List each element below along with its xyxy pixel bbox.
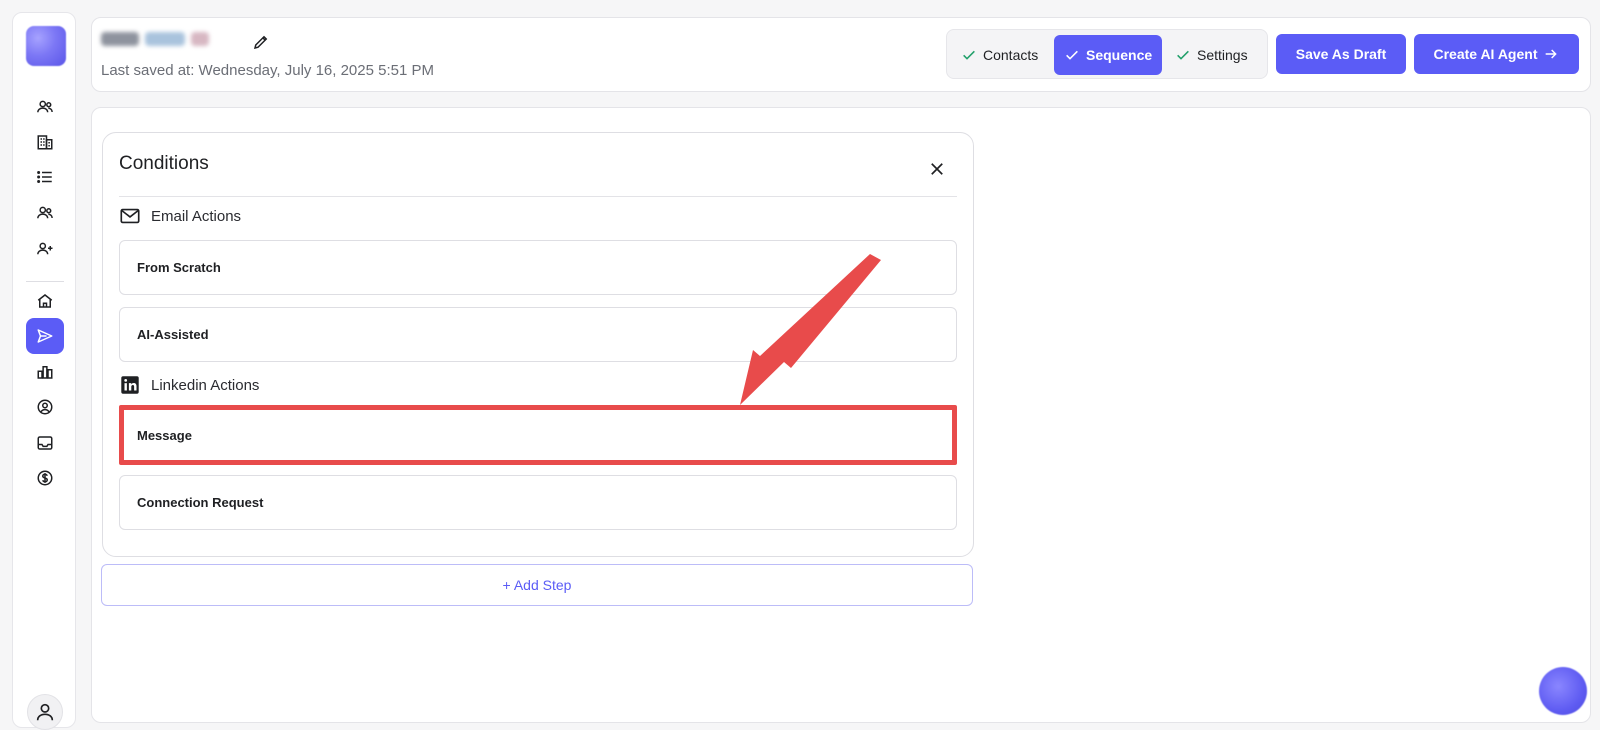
bar-chart-icon[interactable] <box>26 354 64 390</box>
linkedin-actions-label: Linkedin Actions <box>151 376 260 394</box>
tab-settings-label: Settings <box>1197 47 1248 63</box>
sequence-name-redacted <box>101 32 209 46</box>
sequence-header: Last saved at: Wednesday, July 16, 2025 … <box>91 17 1591 92</box>
email-actions-heading: Email Actions <box>119 205 241 227</box>
action-connection-request[interactable]: Connection Request <box>119 475 957 530</box>
tab-sequence-label: Sequence <box>1086 47 1153 63</box>
add-step-button[interactable]: + Add Step <box>101 564 973 606</box>
email-actions-label: Email Actions <box>151 207 242 225</box>
create-ai-agent-label: Create AI Agent <box>1433 46 1538 62</box>
action-label: From Scratch <box>137 260 221 275</box>
user-circle-icon[interactable] <box>26 389 64 425</box>
action-ai-assisted[interactable]: AI-Assisted <box>119 307 957 362</box>
check-icon <box>963 50 975 60</box>
linkedin-icon <box>121 376 139 394</box>
sidebar-divider <box>26 281 64 282</box>
linkedin-actions-heading: Linkedin Actions <box>119 374 259 396</box>
check-icon <box>1066 50 1078 60</box>
action-message[interactable]: Message <box>119 405 957 465</box>
close-button[interactable] <box>925 157 949 181</box>
tab-contacts-label: Contacts <box>983 47 1039 63</box>
arrow-right-icon <box>1546 49 1558 59</box>
tab-settings[interactable]: Settings <box>1165 35 1258 75</box>
dollar-icon[interactable] <box>26 460 64 496</box>
tab-sequence[interactable]: Sequence <box>1054 35 1163 75</box>
action-from-scratch[interactable]: From Scratch <box>119 240 957 295</box>
close-icon <box>931 163 943 175</box>
action-label: AI-Assisted <box>137 327 209 342</box>
action-label: Message <box>137 427 192 443</box>
building-icon[interactable] <box>26 124 64 160</box>
step-tabs: Contacts Sequence Settings <box>946 29 1268 79</box>
chat-widget-button[interactable] <box>1539 667 1587 715</box>
last-saved-text: Last saved at: Wednesday, July 16, 2025 … <box>101 62 434 79</box>
tab-contacts[interactable]: Contacts <box>951 35 1048 75</box>
home-icon[interactable] <box>26 283 64 319</box>
save-as-draft-label: Save As Draft <box>1295 46 1387 62</box>
action-label: Connection Request <box>137 495 264 510</box>
contacts-icon[interactable] <box>26 195 64 231</box>
conditions-panel: Conditions Email Actions From Scratch AI… <box>102 132 974 557</box>
mail-icon <box>120 208 140 224</box>
list-icon[interactable] <box>26 159 64 195</box>
conditions-divider <box>119 196 957 197</box>
sidebar <box>12 12 76 730</box>
save-as-draft-button[interactable]: Save As Draft <box>1276 34 1406 74</box>
send-icon[interactable] <box>26 318 64 354</box>
create-ai-agent-button[interactable]: Create AI Agent <box>1414 34 1579 74</box>
check-icon <box>1177 50 1189 60</box>
people-icon[interactable] <box>26 89 64 125</box>
user-avatar[interactable] <box>27 694 63 730</box>
sequence-editor: Conditions Email Actions From Scratch AI… <box>91 107 1591 723</box>
add-person-icon[interactable] <box>26 231 64 267</box>
add-step-label: + Add Step <box>502 577 572 593</box>
pencil-icon[interactable] <box>252 33 270 51</box>
app-logo[interactable] <box>26 26 66 66</box>
conditions-title: Conditions <box>119 153 209 174</box>
inbox-icon[interactable] <box>26 425 64 461</box>
